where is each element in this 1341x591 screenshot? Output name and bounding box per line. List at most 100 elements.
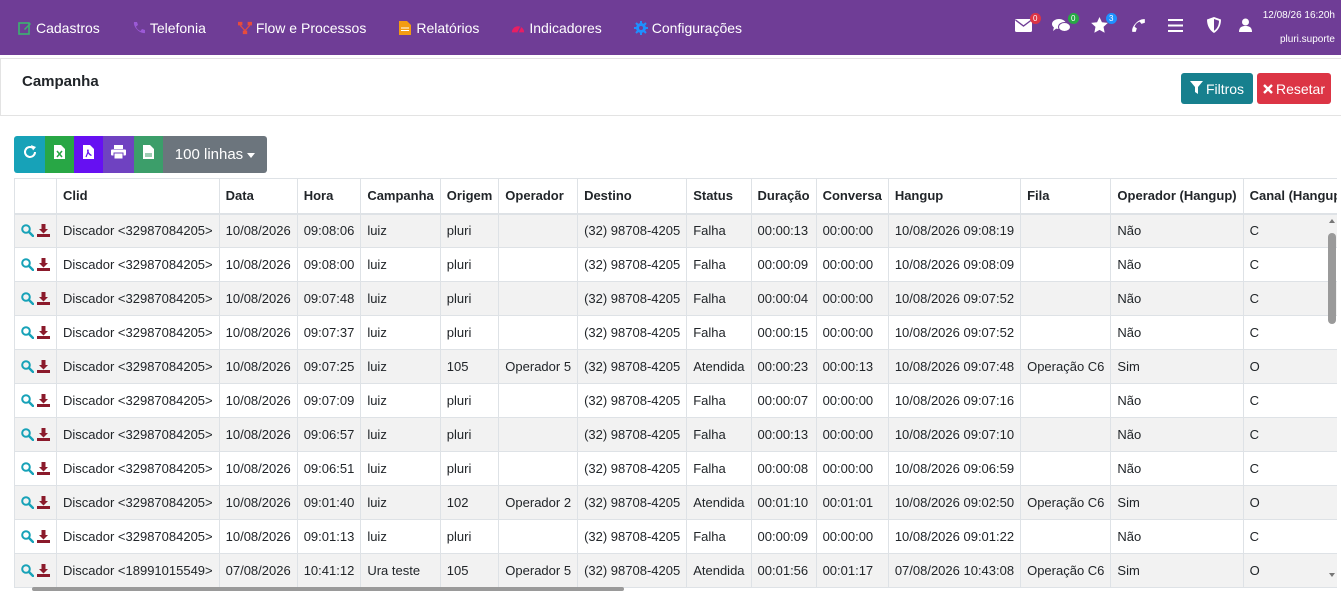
vertical-scrollbar[interactable] xyxy=(1326,215,1339,587)
refresh-button[interactable] xyxy=(14,136,45,173)
chat-button[interactable]: 0 xyxy=(1052,12,1079,37)
search-icon[interactable] xyxy=(21,224,34,238)
column-header-actions[interactable] xyxy=(14,178,57,215)
table-row[interactable]: Discador <32987084205> 10/08/2026 09:01:13… xyxy=(14,519,1337,554)
search-icon[interactable] xyxy=(21,394,34,407)
rows-per-page-label: 100 linhas xyxy=(174,146,244,163)
table-row[interactable]: Discador <32987084205> 10/08/2026 09:07:09… xyxy=(14,383,1337,418)
column-header[interactable]: Origem xyxy=(439,178,500,215)
horizontal-scrollbar[interactable] xyxy=(14,586,1324,591)
table-cell: 10/08/2026 xyxy=(218,485,298,520)
filters-button[interactable]: Filtros xyxy=(1181,73,1253,104)
column-header[interactable]: Data xyxy=(218,178,298,215)
download-icon[interactable] xyxy=(37,326,50,339)
column-header[interactable]: Operador xyxy=(498,178,579,215)
file-icon xyxy=(398,20,412,35)
reset-button[interactable]: Resetar xyxy=(1257,73,1331,104)
search-icon[interactable] xyxy=(21,326,34,339)
column-header[interactable]: Campanha xyxy=(360,178,441,215)
scroll-up-arrow-icon[interactable] xyxy=(1329,219,1335,223)
print-button[interactable] xyxy=(103,136,134,173)
table-cell xyxy=(498,451,579,486)
table-row[interactable]: Discador <32987084205> 10/08/2026 09:06:51… xyxy=(14,451,1337,486)
download-icon[interactable] xyxy=(37,530,50,543)
user-button[interactable] xyxy=(1237,18,1255,37)
navbar-right: 0 0 3 12/08/26 16:20h pluri.suporte xyxy=(1015,0,1341,55)
security-button[interactable] xyxy=(1205,17,1223,37)
download-icon[interactable] xyxy=(37,224,50,238)
menu-indicadores[interactable]: Indicadores xyxy=(511,19,602,36)
menu-telefonia[interactable]: Telefonia xyxy=(132,20,206,36)
table-row[interactable]: Discador <32987084205> 10/08/2026 09:01:40… xyxy=(14,485,1337,520)
horizontal-scroll-thumb[interactable] xyxy=(32,587,624,591)
table-cell xyxy=(1020,519,1112,554)
table-cell: Discador <32987084205> xyxy=(56,383,220,418)
menu-cadastros[interactable]: Cadastros xyxy=(18,20,100,36)
table-cell: 10/08/2026 09:02:50 xyxy=(887,485,1022,520)
search-icon[interactable] xyxy=(21,258,34,271)
column-header[interactable]: Duração xyxy=(750,178,817,215)
download-icon[interactable] xyxy=(37,462,50,475)
calls-table: Clid Data Hora Campanha Origem Operador Destin… xyxy=(14,178,1337,588)
table-cell: Operador 5 xyxy=(498,553,579,588)
favorites-button[interactable]: 3 xyxy=(1091,12,1117,37)
column-header[interactable]: Hangup xyxy=(887,178,1022,215)
export-excel-button[interactable] xyxy=(45,136,74,173)
table-cell: Operador 5 xyxy=(498,349,579,384)
table-row[interactable]: Discador <32987084205> 10/08/2026 09:06:57… xyxy=(14,417,1337,452)
menu-relatorios[interactable]: Relatórios xyxy=(398,20,479,36)
menu-configuracoes[interactable]: Configurações xyxy=(633,20,742,36)
row-actions-cell xyxy=(14,213,57,248)
download-icon[interactable] xyxy=(37,360,50,373)
search-icon[interactable] xyxy=(21,496,34,509)
column-header[interactable]: Fila xyxy=(1020,178,1112,215)
menu-toggle-button[interactable] xyxy=(1167,18,1185,37)
column-header[interactable]: Operador (Hangup) xyxy=(1110,178,1244,215)
row-actions-cell xyxy=(14,247,57,282)
search-icon[interactable] xyxy=(21,564,34,577)
table-cell: Não xyxy=(1110,315,1244,350)
download-icon[interactable] xyxy=(37,496,50,509)
row-actions-cell xyxy=(14,553,57,588)
menu-label: Indicadores xyxy=(529,19,602,36)
export-pdf-button[interactable] xyxy=(74,136,103,173)
search-icon[interactable] xyxy=(21,530,34,543)
download-icon[interactable] xyxy=(37,394,50,407)
column-header[interactable]: Destino xyxy=(577,178,688,215)
download-icon[interactable] xyxy=(37,258,50,271)
table-row[interactable]: Discador <32987084205> 10/08/2026 09:07:25… xyxy=(14,349,1337,384)
mail-button[interactable]: 0 xyxy=(1015,12,1041,37)
column-header[interactable]: Canal (Hangup) xyxy=(1242,178,1337,215)
search-icon[interactable] xyxy=(21,360,34,373)
table-row[interactable]: Discador <32987084205> 10/08/2026 09:08:00… xyxy=(14,247,1337,282)
search-icon[interactable] xyxy=(21,462,34,475)
table-cell: C xyxy=(1242,451,1337,486)
column-header[interactable]: Conversa xyxy=(815,178,889,215)
vertical-scroll-thumb[interactable] xyxy=(1328,233,1336,324)
table-row[interactable]: Discador <18991015549> 07/08/2026 10:41:12… xyxy=(14,553,1337,588)
column-header[interactable]: Clid xyxy=(56,178,220,215)
table-row[interactable]: Discador <32987084205> 10/08/2026 09:07:37… xyxy=(14,315,1337,350)
search-icon[interactable] xyxy=(21,428,34,441)
table-cell: pluri xyxy=(439,281,500,316)
rows-per-page-dropdown[interactable]: 100 linhas xyxy=(163,136,267,173)
table-cell: Discador <32987084205> xyxy=(56,451,220,486)
phone-button[interactable] xyxy=(1129,19,1147,37)
column-header[interactable]: Hora xyxy=(296,178,362,215)
table-cell: 09:06:51 xyxy=(296,451,362,486)
column-header[interactable]: Status xyxy=(686,178,752,215)
table-cell: 00:00:13 xyxy=(750,417,817,452)
download-icon[interactable] xyxy=(37,564,50,577)
table-row[interactable]: Discador <32987084205> 10/08/2026 09:07:48… xyxy=(14,281,1337,316)
search-icon[interactable] xyxy=(21,292,34,305)
table-cell: 10/08/2026 xyxy=(218,349,298,384)
table-cell xyxy=(498,417,579,452)
export-csv-button[interactable] xyxy=(134,136,163,173)
download-icon[interactable] xyxy=(37,292,50,305)
table-cell: 00:00:13 xyxy=(750,213,817,248)
scroll-down-arrow-icon[interactable] xyxy=(1329,573,1335,577)
download-icon[interactable] xyxy=(37,428,50,441)
table-row[interactable]: Discador <32987084205> 10/08/2026 09:08:06… xyxy=(14,213,1337,248)
pdf-file-icon xyxy=(83,145,94,164)
menu-flow-processos[interactable]: Flow e Processos xyxy=(237,20,366,36)
